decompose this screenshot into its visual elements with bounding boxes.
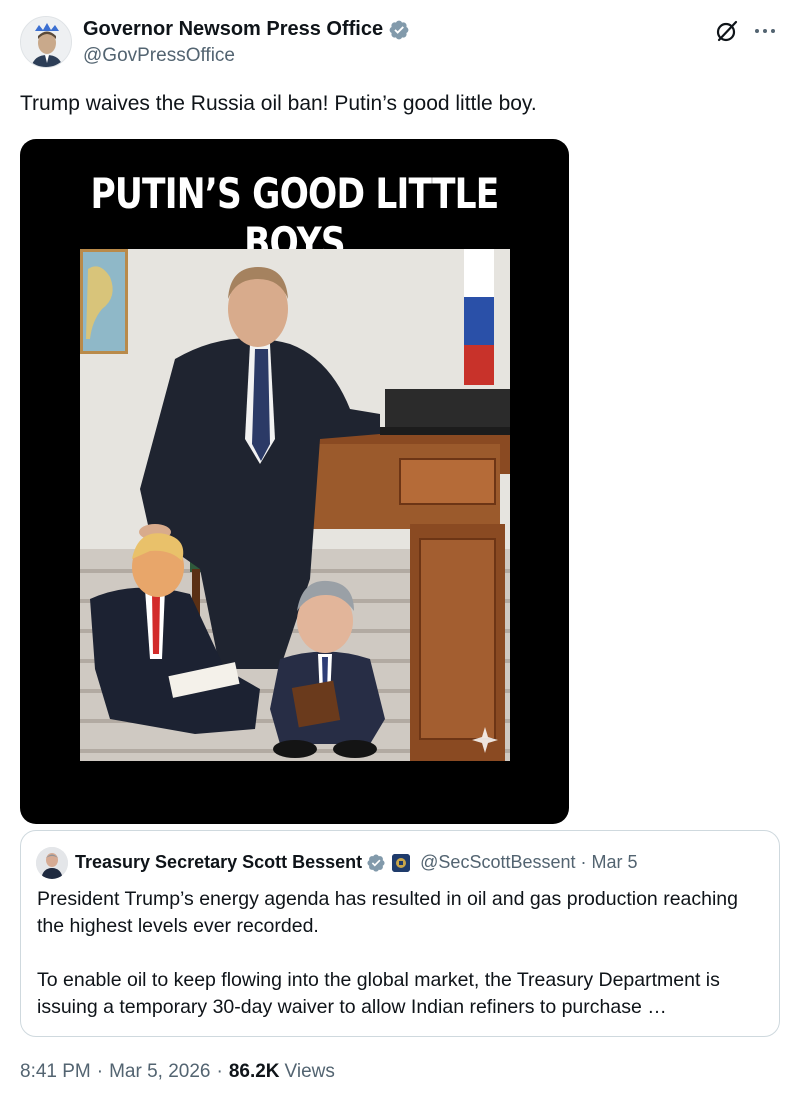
verified-badge-icon[interactable] bbox=[388, 19, 410, 41]
grok-icon[interactable] bbox=[714, 18, 740, 44]
quoted-author-handle[interactable]: @SecScottBessent bbox=[420, 852, 575, 873]
views-label: Views bbox=[284, 1061, 335, 1082]
more-options-icon[interactable] bbox=[752, 18, 778, 44]
author-avatar[interactable] bbox=[20, 16, 72, 68]
quoted-author-avatar[interactable] bbox=[36, 847, 68, 879]
meta-separator: · bbox=[96, 1061, 104, 1082]
author-handle[interactable]: @GovPressOffice bbox=[83, 45, 235, 67]
quoted-tweet-date[interactable]: Mar 5 bbox=[592, 852, 638, 873]
quoted-paragraph-2: To enable oil to keep flowing into the g… bbox=[37, 969, 720, 1018]
tweet-media-image[interactable]: PUTIN’S GOOD LITTLE BOYS bbox=[20, 139, 569, 824]
tweet-text: Trump waives the Russia oil ban! Putin’s… bbox=[20, 92, 537, 115]
quoted-paragraph-1: President Trump’s energy agenda has resu… bbox=[37, 888, 739, 937]
tweet-meta: 8:41 PM · Mar 5, 2026 · 86.2K Views bbox=[20, 1061, 335, 1083]
tweet-header: Governor Newsom Press Office @GovPressOf… bbox=[20, 12, 780, 76]
author-display-name[interactable]: Governor Newsom Press Office bbox=[83, 18, 383, 41]
treasury-seal-icon bbox=[392, 853, 411, 872]
tweet-time[interactable]: 8:41 PM bbox=[20, 1061, 91, 1083]
meme-photo bbox=[80, 249, 510, 761]
quoted-tweet-card[interactable]: Treasury Secretary Scott Bessent @SecSco… bbox=[20, 830, 780, 1037]
quoted-separator: · bbox=[580, 852, 587, 872]
tweet-date[interactable]: Mar 5, 2026 bbox=[109, 1061, 210, 1083]
meta-separator: · bbox=[216, 1061, 223, 1082]
verified-badge-icon[interactable] bbox=[366, 853, 386, 873]
quoted-tweet-text: President Trump’s energy agenda has resu… bbox=[37, 886, 767, 1021]
quoted-author-display-name[interactable]: Treasury Secretary Scott Bessent bbox=[75, 852, 362, 873]
views-count: 86.2K bbox=[228, 1061, 280, 1082]
